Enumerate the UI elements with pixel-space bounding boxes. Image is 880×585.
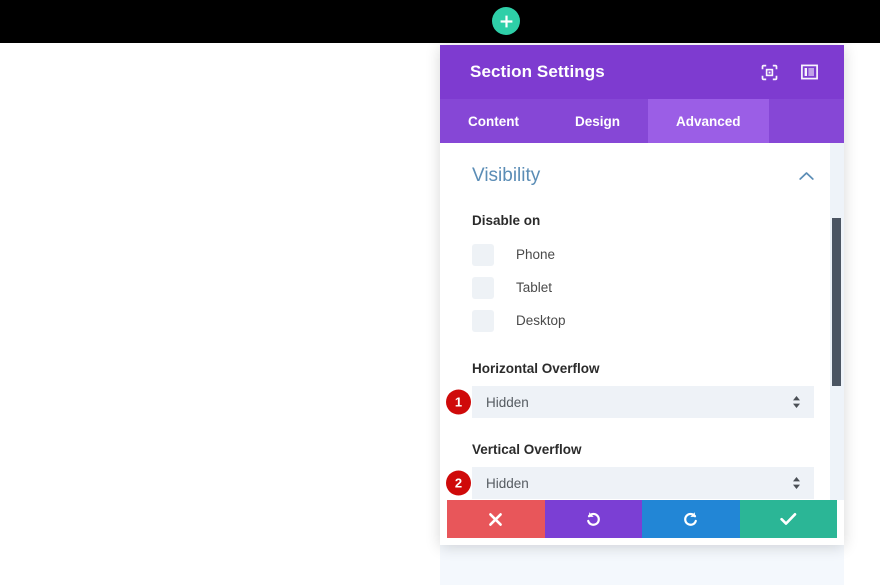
modal-scrollbar-track[interactable] [830,143,844,500]
step-badge-2: 2 [446,471,471,496]
layout-panel-icon[interactable] [800,63,818,81]
horizontal-overflow-field: 1 Hidden [472,386,814,418]
horizontal-overflow-label: Horizontal Overflow [472,361,814,376]
page-top-bar [0,0,880,43]
visibility-section-title: Visibility [472,165,540,187]
checkbox-row-phone[interactable]: Phone [472,238,814,271]
modal-tab-bar: Content Design Advanced [440,99,844,143]
section-settings-modal: Section Settings [440,45,844,545]
chevron-up-icon[interactable] [799,171,814,181]
undo-button[interactable] [545,500,643,538]
focus-target-icon[interactable] [760,63,778,81]
step-badge-1: 1 [446,390,471,415]
modal-backdrop-strip [440,538,844,585]
plus-icon [500,15,513,28]
checkbox-label-tablet: Tablet [516,280,552,295]
visibility-section-toggle[interactable]: Visibility [472,165,814,191]
undo-arrow-icon [585,511,602,528]
redo-arrow-icon [682,511,699,528]
redo-button[interactable] [642,500,740,538]
vertical-overflow-label: Vertical Overflow [472,442,814,457]
modal-footer [440,500,844,545]
close-button[interactable] [447,500,545,538]
disable-on-label: Disable on [472,213,814,228]
add-section-button[interactable] [492,7,520,35]
select-stepper-icon [790,395,802,409]
modal-body: Visibility Disable on Phone [440,143,844,500]
vertical-overflow-select[interactable]: Hidden [472,467,814,499]
checkbox-row-desktop[interactable]: Desktop [472,304,814,337]
vertical-overflow-value: Hidden [486,476,790,491]
close-x-icon [488,512,503,527]
checkbox-tablet[interactable] [472,277,494,299]
vertical-overflow-field: 2 Hidden [472,467,814,499]
checkbox-label-desktop: Desktop [516,313,566,328]
modal-header: Section Settings [440,45,844,99]
page-title: Section Settings [470,62,760,82]
tab-content[interactable]: Content [440,99,547,143]
horizontal-overflow-select[interactable]: Hidden [472,386,814,418]
checkmark-icon [780,512,797,526]
checkbox-phone[interactable] [472,244,494,266]
tab-design[interactable]: Design [547,99,648,143]
disable-on-checkbox-group: Phone Tablet Desktop [472,238,814,337]
horizontal-overflow-value: Hidden [486,395,790,410]
save-button[interactable] [740,500,838,538]
modal-scrollbar-thumb[interactable] [832,218,841,386]
checkbox-desktop[interactable] [472,310,494,332]
tab-advanced[interactable]: Advanced [648,99,769,143]
checkbox-row-tablet[interactable]: Tablet [472,271,814,304]
screen-root: Section Settings [0,0,880,585]
modal-header-actions [760,63,818,81]
checkbox-label-phone: Phone [516,247,555,262]
select-stepper-icon [790,476,802,490]
